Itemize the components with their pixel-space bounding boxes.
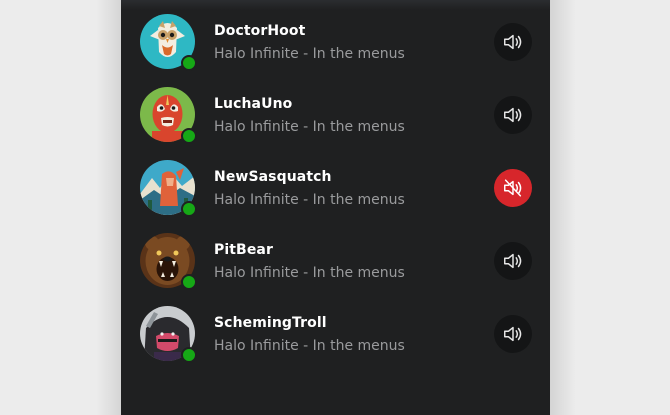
online-status-icon [181,55,197,71]
online-status-icon [181,274,197,290]
online-status-icon [181,128,197,144]
speaker-icon [504,326,522,342]
online-status-icon [181,201,197,217]
mute-toggle-button[interactable] [494,315,532,353]
party-members-panel: DoctorHoot Halo Infinite - In the menus [121,0,550,415]
panel-shadow-right [550,0,576,415]
player-row[interactable]: LuchaUno Halo Infinite - In the menus [121,75,550,148]
player-activity: Halo Infinite - In the menus [214,46,405,62]
mute-toggle-button[interactable] [494,96,532,134]
online-status-icon [181,347,197,363]
player-activity: Halo Infinite - In the menus [214,192,405,208]
player-activity: Halo Infinite - In the menus [214,338,405,354]
player-gamertag: NewSasquatch [214,169,332,185]
panel-shadow-left [96,0,122,415]
unmute-toggle-button[interactable] [494,169,532,207]
mute-toggle-button[interactable] [494,23,532,61]
player-row[interactable]: SchemingTroll Halo Infinite - In the men… [121,294,550,367]
player-gamertag: PitBear [214,242,273,258]
muted-speaker-icon [504,179,522,197]
player-activity: Halo Infinite - In the menus [214,119,405,135]
player-gamertag: DoctorHoot [214,23,306,39]
player-row[interactable]: NewSasquatch Halo Infinite - In the menu… [121,148,550,221]
player-activity: Halo Infinite - In the menus [214,265,405,281]
speaker-icon [504,34,522,50]
player-row[interactable]: DoctorHoot Halo Infinite - In the menus [121,2,550,75]
player-gamertag: SchemingTroll [214,315,327,331]
mute-toggle-button[interactable] [494,242,532,280]
speaker-icon [504,107,522,123]
speaker-icon [504,253,522,269]
player-row[interactable]: PitBear Halo Infinite - In the menus [121,221,550,294]
player-gamertag: LuchaUno [214,96,293,112]
